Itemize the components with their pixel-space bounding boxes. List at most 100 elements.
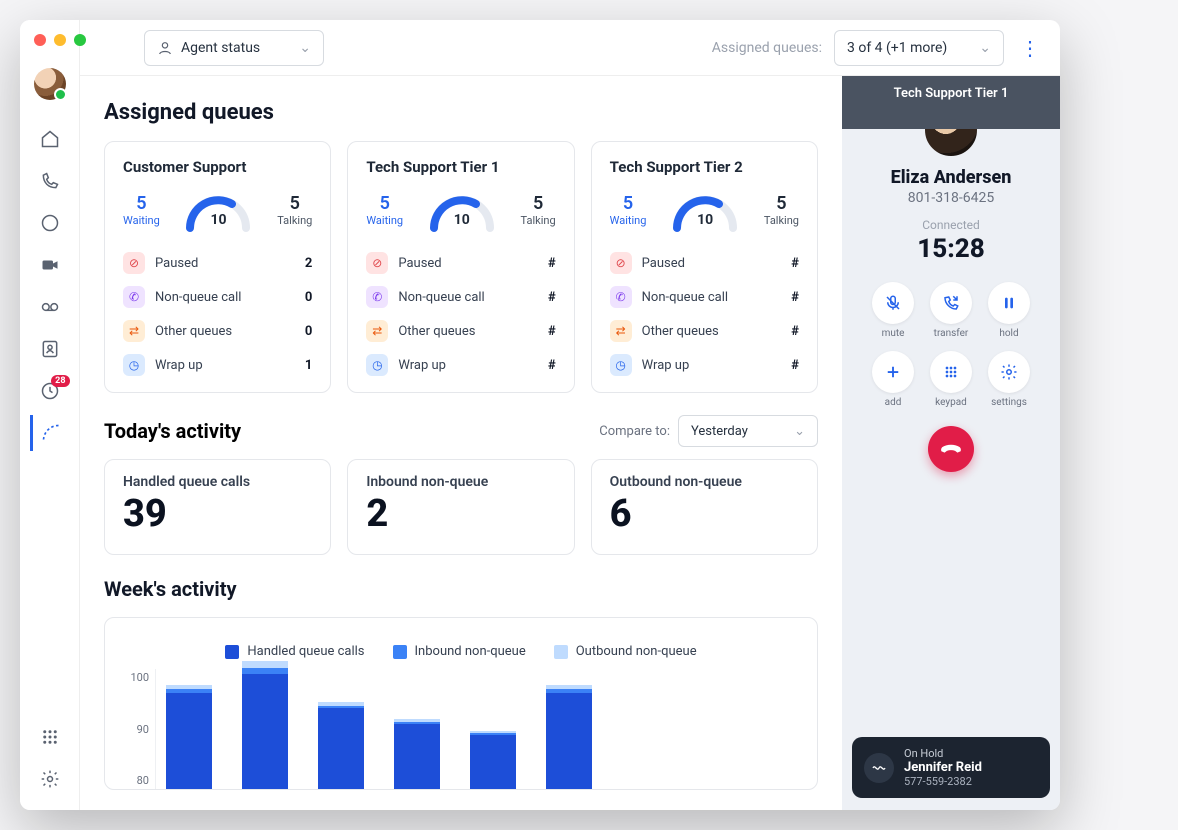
on-hold-icon bbox=[864, 753, 894, 783]
today-activity-heading: Today's activity bbox=[104, 419, 241, 443]
queue-card[interactable]: Tech Support Tier 1 5Waiting 10 5Talking… bbox=[347, 141, 574, 393]
metric-label: Outbound non-queue bbox=[610, 474, 799, 490]
metric-card: Inbound non-queue 2 bbox=[347, 459, 574, 555]
hold-name: Jennifer Reid bbox=[904, 760, 982, 775]
legend-handled: Handled queue calls bbox=[225, 644, 364, 659]
stat-other-queues: ⇄Other queues# bbox=[366, 314, 555, 348]
waiting-stat: 5Waiting bbox=[610, 193, 647, 227]
stat-wrap-up: ◷Wrap up# bbox=[610, 348, 799, 382]
hangup-icon bbox=[940, 438, 962, 460]
assigned-queues-dropdown[interactable]: 3 of 4 (+1 more) ⌄ bbox=[834, 30, 1004, 66]
call-duration: 15:28 bbox=[917, 234, 985, 264]
week-chart: 1009080 bbox=[119, 669, 803, 789]
maximize-window-button[interactable] bbox=[74, 34, 86, 46]
stat-other-queues: ⇄Other queues# bbox=[610, 314, 799, 348]
nav-chat[interactable] bbox=[30, 205, 70, 241]
mute-button[interactable]: mute bbox=[872, 282, 914, 339]
transfer-icon bbox=[942, 294, 960, 312]
queue-gauge: 10 bbox=[182, 188, 254, 232]
compare-to-dropdown[interactable]: Yesterday ⌄ bbox=[678, 415, 818, 447]
nav-home[interactable] bbox=[30, 121, 70, 157]
queue-card[interactable]: Customer Support 5Waiting 10 5Talking ⊘P… bbox=[104, 141, 331, 393]
mute-icon bbox=[884, 294, 902, 312]
keypad-button[interactable]: keypad bbox=[930, 351, 972, 408]
plus-icon bbox=[884, 363, 902, 381]
stat-paused: ⊘Paused# bbox=[610, 246, 799, 280]
user-icon bbox=[157, 40, 173, 56]
queue-title: Tech Support Tier 1 bbox=[366, 158, 555, 176]
nav-video[interactable] bbox=[30, 247, 70, 283]
nav-calls[interactable] bbox=[30, 163, 70, 199]
week-activity-heading: Week's activity bbox=[104, 577, 818, 601]
stat-paused: ⊘Paused2 bbox=[123, 246, 312, 280]
caller-name: Eliza Andersen bbox=[891, 167, 1012, 188]
bar-column bbox=[394, 719, 440, 789]
assigned-queues-label: Assigned queues: bbox=[712, 40, 822, 56]
nav-history[interactable]: 28 bbox=[30, 373, 70, 409]
bar-column bbox=[242, 661, 288, 789]
dashboard-content: Assigned queues Customer Support 5Waitin… bbox=[80, 76, 842, 810]
metric-value: 6 bbox=[610, 492, 799, 536]
metric-card: Outbound non-queue 6 bbox=[591, 459, 818, 555]
caller-number: 801-318-6425 bbox=[908, 190, 994, 206]
legend-outbound: Outbound non-queue bbox=[554, 644, 697, 659]
call-queue-name: Tech Support Tier 1 bbox=[842, 76, 1060, 129]
call-settings-button[interactable]: settings bbox=[988, 351, 1030, 408]
add-button[interactable]: add bbox=[872, 351, 914, 408]
nav-dialpad[interactable] bbox=[30, 719, 70, 755]
week-chart-card: Handled queue calls Inbound non-queue Ou… bbox=[104, 617, 818, 790]
nav-voicemail[interactable] bbox=[30, 289, 70, 325]
stat-non-queue: ✆Non-queue call# bbox=[366, 280, 555, 314]
nav-settings[interactable] bbox=[30, 761, 70, 797]
chevron-down-icon: ⌄ bbox=[299, 40, 311, 56]
talking-stat: 5Talking bbox=[764, 193, 799, 227]
talking-stat: 5Talking bbox=[277, 193, 312, 227]
gear-icon bbox=[1000, 363, 1018, 381]
chevron-down-icon: ⌄ bbox=[794, 424, 805, 439]
compare-to-label: Compare to: bbox=[599, 424, 670, 439]
agent-status-dropdown[interactable]: Agent status ⌄ bbox=[144, 30, 324, 66]
bar-column bbox=[546, 685, 592, 789]
nav-history-badge: 28 bbox=[51, 375, 69, 387]
transfer-button[interactable]: transfer bbox=[930, 282, 972, 339]
stat-non-queue: ✆Non-queue call# bbox=[610, 280, 799, 314]
traffic-lights bbox=[34, 34, 86, 46]
nav-queues[interactable] bbox=[30, 415, 70, 451]
hold-button[interactable]: hold bbox=[988, 282, 1030, 339]
agent-status-label: Agent status bbox=[181, 40, 260, 56]
close-window-button[interactable] bbox=[34, 34, 46, 46]
topbar: Agent status ⌄ Assigned queues: 3 of 4 (… bbox=[80, 20, 1060, 76]
nav-contacts[interactable] bbox=[30, 331, 70, 367]
bar-column bbox=[166, 685, 212, 789]
more-menu-button[interactable]: ⋮ bbox=[1016, 34, 1044, 62]
pause-icon bbox=[1001, 295, 1017, 311]
on-hold-card[interactable]: On Hold Jennifer Reid 577-559-2382 bbox=[852, 737, 1050, 798]
compare-to-value: Yesterday bbox=[691, 424, 748, 439]
chevron-down-icon: ⌄ bbox=[979, 40, 991, 56]
active-call-panel: Tech Support Tier 1 Eliza Andersen 801-3… bbox=[842, 76, 1060, 810]
metric-value: 39 bbox=[123, 492, 312, 536]
queue-card[interactable]: Tech Support Tier 2 5Waiting 10 5Talking… bbox=[591, 141, 818, 393]
app-window: 28 Agent status ⌄ Assigned queues: 3 of … bbox=[20, 20, 1060, 810]
metric-label: Inbound non-queue bbox=[366, 474, 555, 490]
stat-paused: ⊘Paused# bbox=[366, 246, 555, 280]
metric-label: Handled queue calls bbox=[123, 474, 312, 490]
queue-gauge: 10 bbox=[426, 188, 498, 232]
hangup-button[interactable] bbox=[928, 426, 974, 472]
bar-column bbox=[318, 702, 364, 789]
hold-status: On Hold bbox=[904, 747, 982, 760]
keypad-icon bbox=[943, 364, 959, 380]
minimize-window-button[interactable] bbox=[54, 34, 66, 46]
current-user-avatar[interactable] bbox=[34, 68, 66, 100]
main-area: Agent status ⌄ Assigned queues: 3 of 4 (… bbox=[80, 20, 1060, 810]
stat-wrap-up: ◷Wrap up# bbox=[366, 348, 555, 382]
assigned-queues-value: 3 of 4 (+1 more) bbox=[847, 40, 947, 56]
bar-column bbox=[470, 731, 516, 789]
chart-legend: Handled queue calls Inbound non-queue Ou… bbox=[119, 644, 803, 659]
stat-non-queue: ✆Non-queue call0 bbox=[123, 280, 312, 314]
metric-card: Handled queue calls 39 bbox=[104, 459, 331, 555]
queue-gauge: 10 bbox=[669, 188, 741, 232]
metric-value: 2 bbox=[366, 492, 555, 536]
stat-wrap-up: ◷Wrap up1 bbox=[123, 348, 312, 382]
sidebar: 28 bbox=[20, 20, 80, 810]
